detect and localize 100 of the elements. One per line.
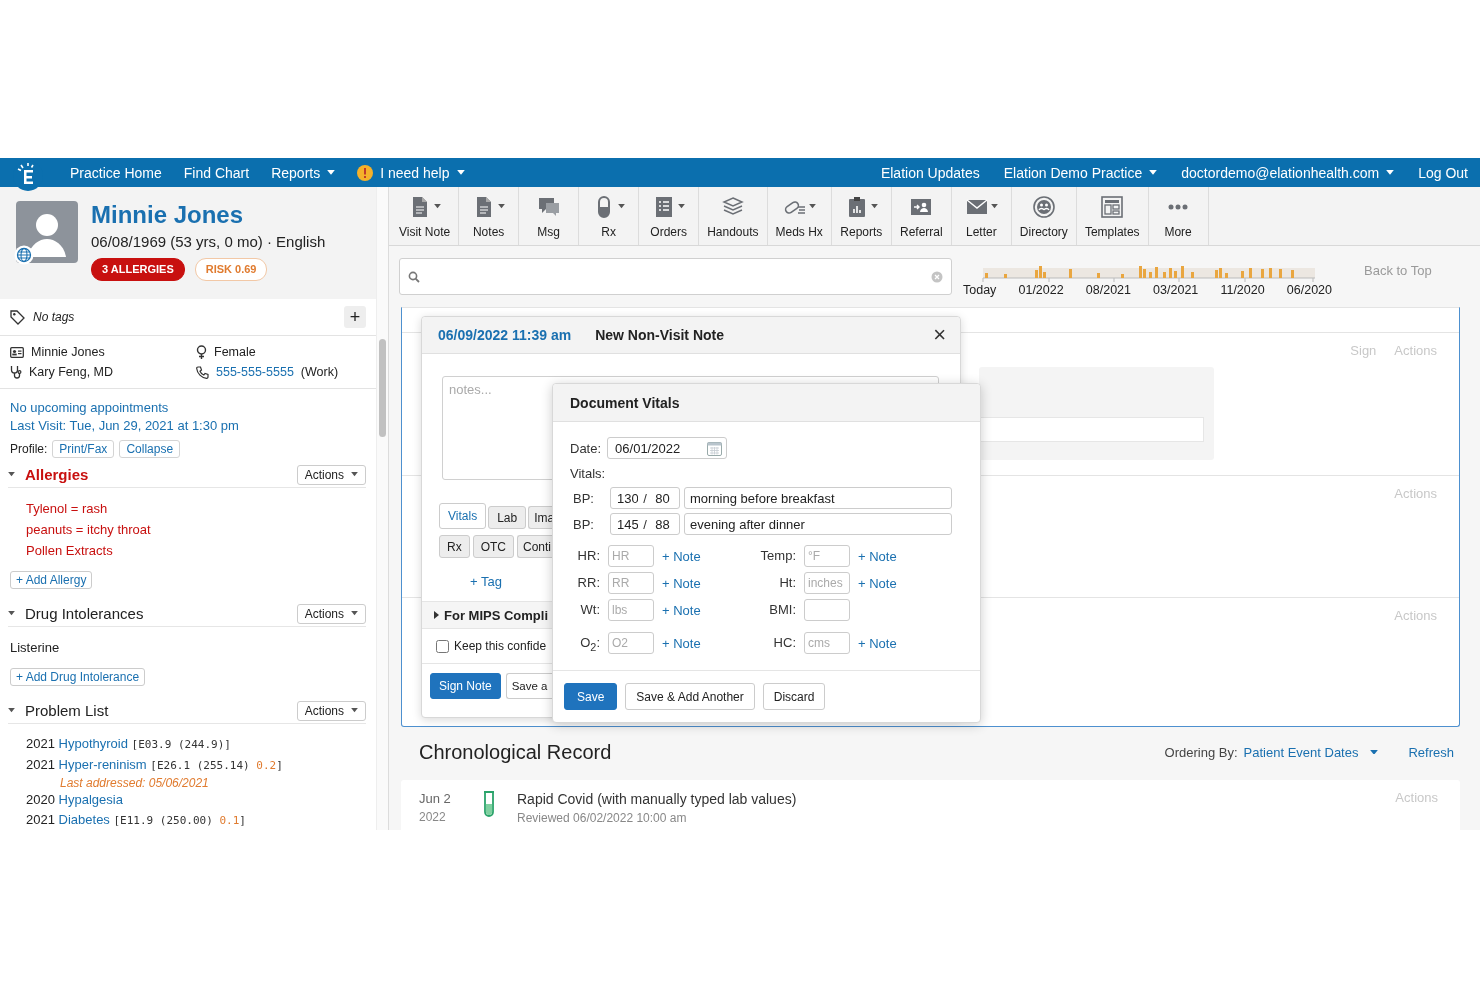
sign-note-button[interactable]: Sign Note xyxy=(430,673,501,699)
note-field[interactable]: morning before breakfast xyxy=(684,487,952,509)
timeline-label[interactable]: 01/2022 xyxy=(1018,282,1064,297)
record-title[interactable]: Rapid Covid (with manually typed lab values) xyxy=(517,790,1376,809)
timeline-label[interactable]: 08/2021 xyxy=(1085,282,1131,297)
separator-text: / xyxy=(643,516,647,532)
blood-pressure-field[interactable]: 130 / 80 xyxy=(610,487,680,509)
nav-link[interactable]: Elation Updates xyxy=(868,164,992,181)
add-note-link[interactable]: + Note xyxy=(662,635,701,651)
add-button[interactable]: + Add Allergy xyxy=(10,571,93,589)
nav-link[interactable]: doctordemo@elationhealth.com xyxy=(1169,164,1407,181)
vital-input[interactable]: inches xyxy=(804,572,850,594)
toolbar-button[interactable]: Meds Hx xyxy=(767,187,832,245)
add-button[interactable]: + Add Drug Intolerance xyxy=(10,668,146,686)
timeline-label[interactable]: Today xyxy=(963,282,997,297)
search-field[interactable] xyxy=(399,258,952,295)
add-note-link[interactable]: + Note xyxy=(662,548,701,564)
timeline-label[interactable]: 06/2020 xyxy=(1286,282,1332,297)
add-note-link[interactable]: + Note xyxy=(858,548,897,564)
order-button[interactable]: OTC xyxy=(472,535,514,558)
nav-link[interactable]: Reports xyxy=(260,164,347,181)
blood-pressure-field[interactable]: 145 / 88 xyxy=(610,513,680,535)
dialog-button[interactable]: Save & Add Another xyxy=(625,683,755,710)
diastolic-input[interactable]: 80 xyxy=(649,489,675,507)
last-visit-link[interactable]: Last Visit: Tue, Jun 29, 2021 at 1:30 pm xyxy=(10,417,239,435)
order-button[interactable]: Conti xyxy=(517,535,553,558)
problem-link[interactable]: Diabetes xyxy=(58,812,110,827)
toolbar-button[interactable]: Templates xyxy=(1076,187,1149,245)
vital-input[interactable]: O2 xyxy=(608,632,654,654)
timeline-label[interactable]: 11/2020 xyxy=(1220,282,1265,297)
systolic-input[interactable]: 130 xyxy=(615,489,641,507)
toolbar-button[interactable]: Visit Note xyxy=(391,187,460,245)
tab[interactable]: Lab xyxy=(488,506,527,529)
vital-input[interactable]: HR xyxy=(608,545,654,567)
refresh-link[interactable]: Refresh xyxy=(1408,744,1454,760)
problem-link[interactable]: Hypalgesia xyxy=(58,792,123,807)
scrollbar-thumb[interactable] xyxy=(379,339,386,437)
toolbar-button[interactable]: Referral xyxy=(891,187,952,245)
phone-link[interactable]: 555-555-5555 xyxy=(216,365,294,379)
appointments-link[interactable]: No upcoming appointments xyxy=(10,399,169,417)
clear-icon[interactable] xyxy=(931,270,943,283)
order-button[interactable]: Rx xyxy=(439,535,470,558)
diastolic-input[interactable]: 88 xyxy=(649,515,675,533)
close-button[interactable]: × xyxy=(933,325,946,345)
add-note-link[interactable]: + Note xyxy=(662,602,701,618)
actions-button[interactable]: Actions xyxy=(296,700,366,721)
timeline-label[interactable]: 03/2021 xyxy=(1153,282,1199,297)
toolbar-button[interactable]: Orders xyxy=(639,187,700,245)
add-tag-button[interactable]: + xyxy=(344,306,366,328)
toolbar-button[interactable]: Directory xyxy=(1011,187,1077,245)
calendar-icon[interactable] xyxy=(707,440,723,456)
date-field[interactable]: 06/01/2022 xyxy=(607,437,728,459)
nav-link[interactable]: Find Chart xyxy=(172,164,261,181)
profile-button[interactable]: Print/Fax xyxy=(52,440,115,458)
problem-year: 2021 xyxy=(26,812,55,827)
caret-icon xyxy=(618,204,626,209)
save-button[interactable]: Save xyxy=(564,683,618,710)
field-label: O$_{2}$: xyxy=(579,634,600,654)
note-timestamp: 06/09/2022 11:39 am xyxy=(438,327,572,343)
ordering-dropdown[interactable]: Patient Event Dates xyxy=(1243,744,1379,760)
nav-link[interactable]: Elation Demo Practice xyxy=(991,164,1170,181)
nav-link[interactable]: Practice Home xyxy=(59,164,173,181)
section-title: Problem List xyxy=(25,702,110,719)
add-note-link[interactable]: + Note xyxy=(858,575,897,591)
field-label: HR: xyxy=(576,547,600,565)
systolic-input[interactable]: 145 xyxy=(615,515,641,533)
toolbar-button[interactable]: Msg xyxy=(519,187,580,245)
tab[interactable]: Vitals xyxy=(439,503,487,529)
problem-link[interactable]: Hyper-reninism xyxy=(58,757,147,772)
actions-button[interactable]: Actions xyxy=(296,464,366,485)
add-note-link[interactable]: + Note xyxy=(662,575,701,591)
add-tag-link[interactable]: + Tag xyxy=(470,574,502,589)
toolbar-button[interactable]: More xyxy=(1148,187,1209,245)
toolbar-button[interactable]: Notes xyxy=(459,187,520,245)
vital-input[interactable] xyxy=(804,599,850,621)
collapsible-header[interactable]: For MIPS Compli xyxy=(422,601,553,629)
toolbar-button[interactable]: Handouts xyxy=(699,187,768,245)
vital-input[interactable]: °F xyxy=(804,545,850,567)
date-input[interactable]: 06/01/2022 xyxy=(613,439,708,457)
vital-input[interactable]: RR xyxy=(608,572,654,594)
input-field[interactable] xyxy=(979,417,1204,442)
dialog-button[interactable]: Discard xyxy=(762,683,826,710)
problem-link[interactable]: Hypothyroid xyxy=(58,736,128,751)
toolbar-button[interactable]: Letter xyxy=(951,187,1012,245)
vital-input[interactable]: lbs xyxy=(608,599,654,621)
toolbar-button[interactable]: Rx xyxy=(579,187,640,245)
checkbox[interactable] xyxy=(436,639,449,653)
field-label: Ht: xyxy=(778,574,796,592)
globe-icon xyxy=(14,245,34,265)
note-field[interactable]: evening after dinner xyxy=(684,513,952,535)
save-button[interactable]: Save a xyxy=(505,673,553,699)
diagnosis-code: [E03.9 (244.9)] xyxy=(131,738,231,751)
toolbar-button[interactable]: Reports xyxy=(831,187,892,245)
nav-link[interactable]: I need help xyxy=(346,164,476,181)
profile-button[interactable]: Collapse xyxy=(119,440,181,458)
vital-input[interactable]: cms xyxy=(804,632,850,654)
phone-icon xyxy=(196,365,209,379)
nav-link[interactable]: Log Out xyxy=(1406,164,1480,181)
actions-button[interactable]: Actions xyxy=(296,603,366,624)
add-note-link[interactable]: + Note xyxy=(858,635,897,651)
